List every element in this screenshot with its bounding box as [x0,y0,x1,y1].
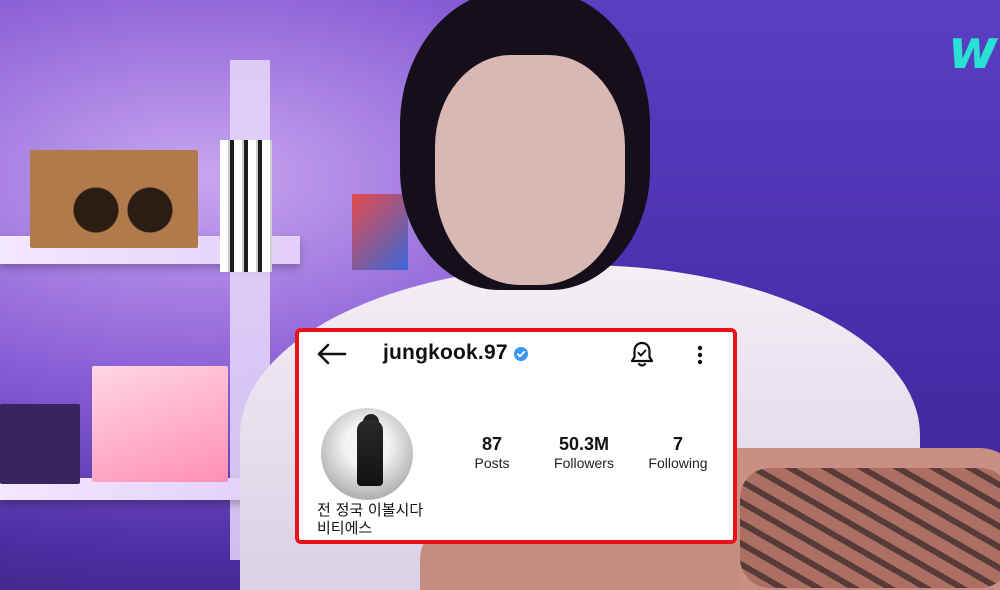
bio-line-1: 전 정국 이볼시다 [317,501,424,519]
more-vertical-icon [697,345,703,365]
posts-count: 87 [481,434,503,454]
avatar-figure-shape [357,420,383,486]
weverse-logo: w [948,18,998,81]
album-frame-3 [0,404,80,484]
profile-username: jungkook.97 [383,341,508,364]
tattooed-arm [700,448,1000,590]
profile-avatar[interactable] [321,408,413,500]
poster-frame [352,194,408,270]
person-face [435,55,625,285]
profile-bio: 전 정국 이볼시다 비티에스 [317,501,423,537]
followers-label: Followers [554,455,614,471]
stat-following[interactable]: 7 Following [641,434,715,472]
following-label: Following [648,455,708,471]
back-button[interactable] [315,342,347,366]
album-frame-2 [92,366,228,482]
bell-icon [630,341,654,367]
profile-header: jungkook.97 [299,332,733,376]
stat-followers[interactable]: 50.3M Followers [545,434,623,472]
bio-line-2: 비티에스 [317,519,373,537]
stat-posts[interactable]: 87 Posts [464,434,520,472]
arrow-left-icon [317,343,347,365]
notifications-button[interactable] [629,340,655,368]
album-frame-1 [30,150,198,248]
more-options-button[interactable] [687,342,713,370]
following-count: 7 [672,434,683,454]
followers-count: 50.3M [558,434,610,454]
profile-card: jungkook.97 87 Posts 50.3M Followers 7 F… [295,328,737,544]
posts-label: Posts [474,455,510,471]
book-row [220,140,272,272]
verified-badge-icon [514,347,528,361]
